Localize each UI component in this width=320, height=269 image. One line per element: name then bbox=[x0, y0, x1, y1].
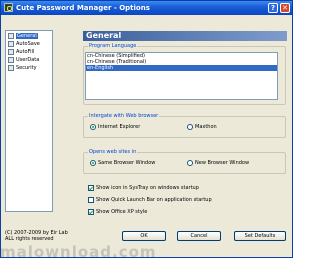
window-title: Cute Password Manager - Options bbox=[16, 4, 150, 12]
panel-header: General bbox=[83, 31, 287, 41]
autofill-icon bbox=[8, 49, 14, 55]
sidebar-item-label: AutoSave bbox=[16, 41, 40, 47]
sidebar-item-general[interactable]: General bbox=[8, 32, 51, 40]
title-bar[interactable]: Cute Password Manager - Options ? ✕ bbox=[1, 1, 292, 15]
checkbox-office-xp-style[interactable]: Show Office XP style bbox=[88, 209, 147, 215]
language-option-selected[interactable]: en-English bbox=[86, 65, 277, 71]
browser-integration-label: Intergate with Web browser bbox=[88, 113, 160, 119]
radio-label: Same Browser Window bbox=[98, 160, 156, 166]
sidebar-item-autofill[interactable]: AutoFill bbox=[8, 48, 51, 56]
general-icon bbox=[8, 33, 14, 39]
open-sites-label: Opens web sites in bbox=[88, 149, 138, 155]
radio-same-window[interactable]: Same Browser Window bbox=[90, 160, 155, 166]
language-listbox[interactable]: cn-Chinese (Simplified) cn-Chinese (Trad… bbox=[85, 52, 278, 100]
panel-title: General bbox=[86, 31, 122, 40]
radio-label: Maxthon bbox=[195, 124, 217, 130]
checkbox-label: Show icon in SysTray on windows startup bbox=[96, 185, 199, 191]
radio-button[interactable] bbox=[90, 124, 96, 130]
help-button[interactable]: ? bbox=[268, 3, 278, 13]
close-button[interactable]: ✕ bbox=[280, 3, 290, 13]
checkbox-quick-launch[interactable]: Show Quick Launch Bar on application sta… bbox=[88, 197, 212, 203]
checkbox[interactable] bbox=[88, 197, 94, 203]
radio-button[interactable] bbox=[187, 160, 193, 166]
autosave-icon bbox=[8, 41, 14, 47]
sidebar-item-label: AutoFill bbox=[16, 49, 35, 55]
radio-label: Internet Explorer bbox=[98, 124, 141, 130]
radio-maxthon[interactable]: Maxthon bbox=[187, 124, 217, 130]
radio-label: New Browser Window bbox=[195, 160, 250, 166]
cancel-button[interactable]: Cancel bbox=[177, 231, 221, 241]
program-language-label: Program Language bbox=[88, 43, 138, 49]
copyright-line: ALL rights reserved bbox=[5, 236, 54, 242]
options-category-tree[interactable]: General AutoSave AutoFill UserData Secur… bbox=[5, 30, 53, 212]
checkbox-label: Show Office XP style bbox=[96, 209, 148, 215]
copyright-text: (C) 2007-2009 by Eir Lab ALL rights rese… bbox=[5, 230, 68, 242]
set-defaults-button[interactable]: Set Defaults bbox=[234, 231, 286, 241]
app-icon bbox=[4, 3, 13, 12]
sidebar-item-label: General bbox=[16, 33, 38, 39]
radio-new-window[interactable]: New Browser Window bbox=[187, 160, 249, 166]
ok-button[interactable]: OK bbox=[122, 231, 166, 241]
sidebar-item-autosave[interactable]: AutoSave bbox=[8, 40, 51, 48]
checkbox[interactable] bbox=[88, 185, 94, 191]
checkbox[interactable] bbox=[88, 209, 94, 215]
userdata-icon bbox=[8, 57, 14, 63]
sidebar-item-security[interactable]: Security bbox=[8, 64, 51, 72]
checkbox-systray-icon[interactable]: Show icon in SysTray on windows startup bbox=[88, 185, 199, 191]
security-icon bbox=[8, 65, 14, 71]
checkbox-label: Show Quick Launch Bar on application sta… bbox=[96, 197, 212, 203]
options-window: Cute Password Manager - Options ? ✕ Gene… bbox=[0, 0, 293, 258]
sidebar-item-label: Security bbox=[16, 65, 37, 71]
sidebar-item-userdata[interactable]: UserData bbox=[8, 56, 51, 64]
radio-button[interactable] bbox=[187, 124, 193, 130]
sidebar-item-label: UserData bbox=[16, 57, 40, 63]
radio-button[interactable] bbox=[90, 160, 96, 166]
radio-internet-explorer[interactable]: Internet Explorer bbox=[90, 124, 140, 130]
